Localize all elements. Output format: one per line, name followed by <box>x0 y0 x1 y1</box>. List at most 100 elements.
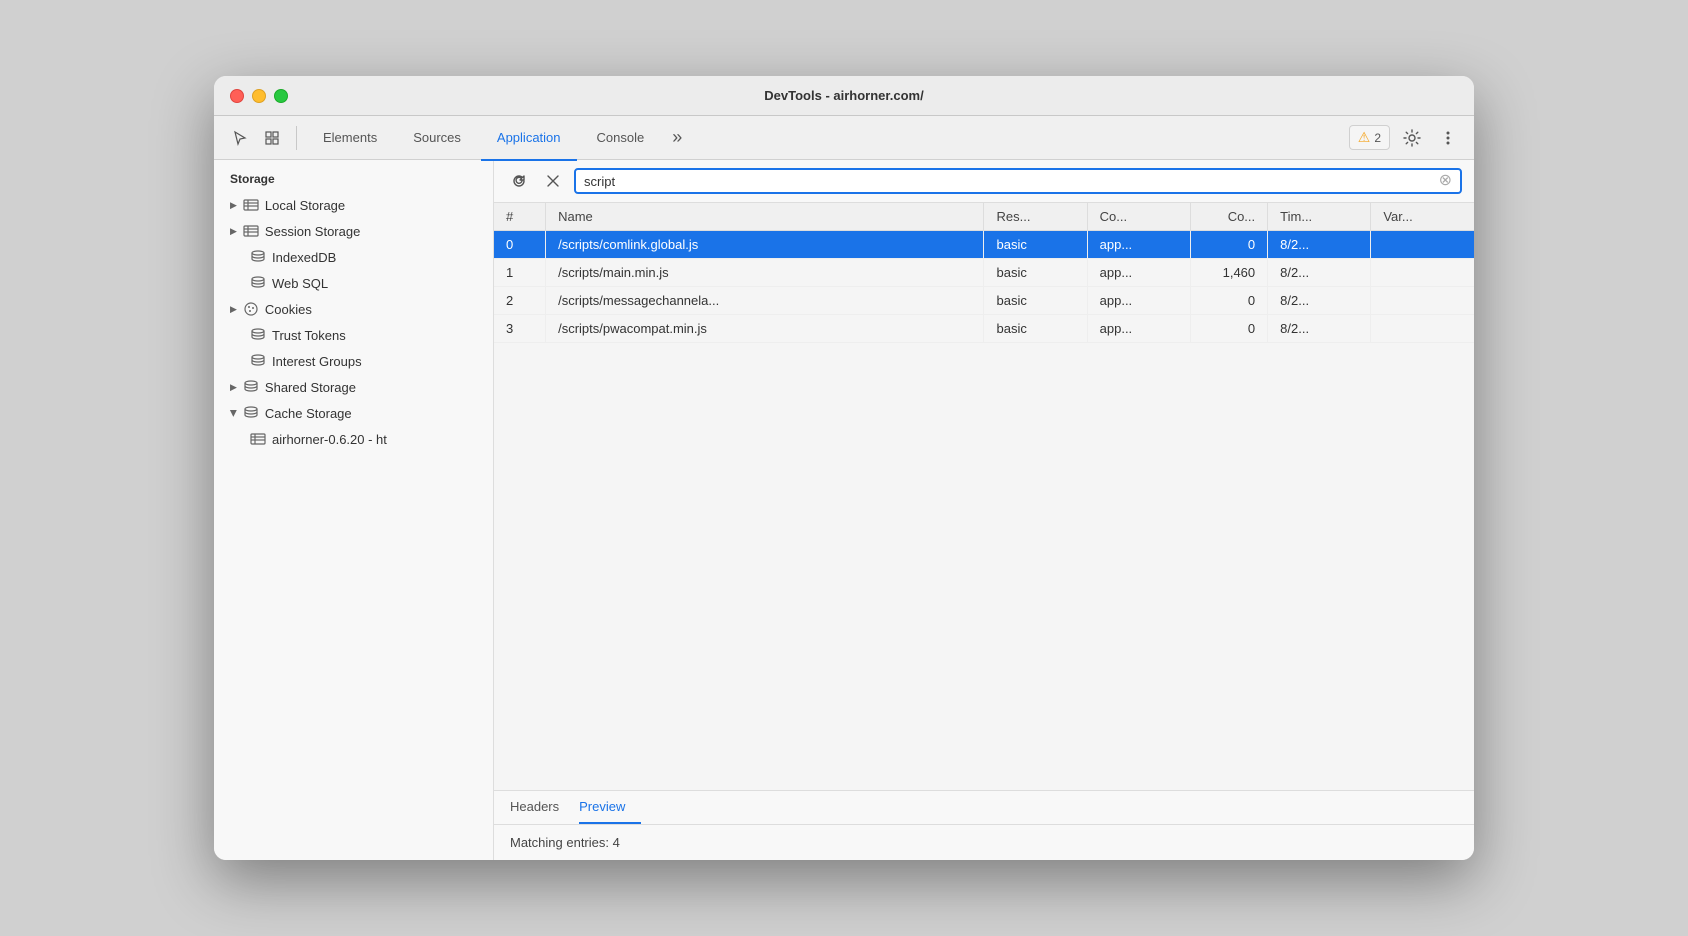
shared-storage-label: Shared Storage <box>265 380 356 395</box>
sidebar-item-shared-storage[interactable]: ▶ Shared Storage <box>214 374 493 400</box>
expand-arrow-icon: ▶ <box>228 410 239 417</box>
table-cell: 1 <box>494 259 546 287</box>
sidebar-item-session-storage[interactable]: ▶ Session Storage <box>214 218 493 244</box>
settings-icon[interactable] <box>1398 124 1426 152</box>
table-cell: 0 <box>1190 231 1267 259</box>
tab-preview[interactable]: Preview <box>579 791 641 824</box>
minimize-button[interactable] <box>252 89 266 103</box>
table-cell: basic <box>984 287 1087 315</box>
table-cell: 3 <box>494 315 546 343</box>
tab-application[interactable]: Application <box>481 117 577 161</box>
tab-headers[interactable]: Headers <box>510 791 575 824</box>
table-row[interactable]: 3/scripts/pwacompat.min.jsbasicapp...08/… <box>494 315 1474 343</box>
window-title: DevTools - airhorner.com/ <box>764 88 923 103</box>
sidebar-item-indexeddb[interactable]: IndexedDB <box>214 244 493 270</box>
table-cell: /scripts/main.min.js <box>546 259 984 287</box>
cursor-icon[interactable] <box>226 124 254 152</box>
traffic-lights <box>230 89 288 103</box>
table-cell: /scripts/pwacompat.min.js <box>546 315 984 343</box>
data-table: # Name Res... Co... Co... Tim... Var... … <box>494 203 1474 790</box>
content-area: ⊗ # Name Res... Co... Co... Tim... Var <box>494 160 1474 860</box>
expand-arrow-icon: ▶ <box>230 200 237 211</box>
sidebar-item-local-storage[interactable]: ▶ Local Storage <box>214 192 493 218</box>
cache-table: # Name Res... Co... Co... Tim... Var... … <box>494 203 1474 343</box>
table-cell <box>1371 287 1474 315</box>
table-cell <box>1371 259 1474 287</box>
close-filter-button[interactable] <box>540 168 566 194</box>
table-cell: app... <box>1087 231 1190 259</box>
refresh-button[interactable] <box>506 168 532 194</box>
local-storage-label: Local Storage <box>265 198 345 213</box>
maximize-button[interactable] <box>274 89 288 103</box>
table-header-row: # Name Res... Co... Co... Tim... Var... <box>494 203 1474 231</box>
interest-groups-icon <box>250 353 266 369</box>
search-clear-button[interactable]: ⊗ <box>1439 173 1452 189</box>
table-cell <box>1371 231 1474 259</box>
tab-console[interactable]: Console <box>581 117 661 161</box>
search-input-wrapper: ⊗ <box>574 168 1462 194</box>
layers-icon[interactable] <box>258 124 286 152</box>
col-header-res: Res... <box>984 203 1087 231</box>
sidebar-item-cookies[interactable]: ▶ Cookies <box>214 296 493 322</box>
sidebar-item-trust-tokens[interactable]: Trust Tokens <box>214 322 493 348</box>
sidebar-section-storage: Storage <box>214 160 493 192</box>
expand-arrow-icon: ▶ <box>230 382 237 393</box>
sidebar-item-cache-storage[interactable]: ▶ Cache Storage <box>214 400 493 426</box>
main-layout: Storage ▶ Local Storage ▶ <box>214 160 1474 860</box>
table-cell: 0 <box>1190 315 1267 343</box>
expand-arrow-icon: ▶ <box>230 226 237 237</box>
table-row[interactable]: 2/scripts/messagechannela...basicapp...0… <box>494 287 1474 315</box>
table-cell: 2 <box>494 287 546 315</box>
table-cell: app... <box>1087 259 1190 287</box>
session-storage-icon <box>243 223 259 239</box>
table-cell: app... <box>1087 287 1190 315</box>
bottom-tabs: Headers Preview <box>494 791 1474 825</box>
cache-storage-icon <box>243 405 259 421</box>
sidebar-item-interest-groups[interactable]: Interest Groups <box>214 348 493 374</box>
interest-groups-label: Interest Groups <box>272 354 362 369</box>
cache-entry-icon <box>250 431 266 447</box>
devtools-window: DevTools - airhorner.com/ Elements Sourc… <box>214 76 1474 860</box>
tab-sources[interactable]: Sources <box>397 117 477 161</box>
col-header-co2: Co... <box>1190 203 1267 231</box>
more-options-icon[interactable] <box>1434 124 1462 152</box>
indexeddb-icon <box>250 249 266 265</box>
table-cell: 0 <box>1190 287 1267 315</box>
search-bar: ⊗ <box>494 160 1474 203</box>
sidebar: Storage ▶ Local Storage ▶ <box>214 160 494 860</box>
cache-entry-label: airhorner-0.6.20 - ht <box>272 432 387 447</box>
close-button[interactable] <box>230 89 244 103</box>
cookies-icon <box>243 301 259 317</box>
table-cell: 8/2... <box>1268 315 1371 343</box>
warning-badge[interactable]: ⚠ 2 <box>1349 125 1390 150</box>
local-storage-icon <box>243 197 259 213</box>
websql-icon <box>250 275 266 291</box>
table-cell: basic <box>984 315 1087 343</box>
warning-icon: ⚠ <box>1358 129 1371 146</box>
title-bar: DevTools - airhorner.com/ <box>214 76 1474 116</box>
table-cell: 1,460 <box>1190 259 1267 287</box>
toolbar: Elements Sources Application Console » ⚠… <box>214 116 1474 160</box>
table-cell: 8/2... <box>1268 259 1371 287</box>
search-input[interactable] <box>584 174 1439 189</box>
web-sql-label: Web SQL <box>272 276 328 291</box>
warning-count: 2 <box>1374 131 1381 145</box>
table-row[interactable]: 1/scripts/main.min.jsbasicapp...1,4608/2… <box>494 259 1474 287</box>
cookies-label: Cookies <box>265 302 312 317</box>
indexeddb-label: IndexedDB <box>272 250 336 265</box>
col-header-name: Name <box>546 203 984 231</box>
table-cell: /scripts/comlink.global.js <box>546 231 984 259</box>
sidebar-item-web-sql[interactable]: Web SQL <box>214 270 493 296</box>
table-row[interactable]: 0/scripts/comlink.global.jsbasicapp...08… <box>494 231 1474 259</box>
table-cell: 8/2... <box>1268 287 1371 315</box>
table-cell: 8/2... <box>1268 231 1371 259</box>
sidebar-item-cache-entry[interactable]: airhorner-0.6.20 - ht <box>214 426 493 452</box>
col-header-co1: Co... <box>1087 203 1190 231</box>
col-header-num: # <box>494 203 546 231</box>
tab-elements[interactable]: Elements <box>307 117 393 161</box>
col-header-var: Var... <box>1371 203 1474 231</box>
toolbar-divider-1 <box>296 126 297 150</box>
more-tabs-button[interactable]: » <box>664 127 690 148</box>
table-cell: /scripts/messagechannela... <box>546 287 984 315</box>
bottom-panel: Headers Preview Matching entries: 4 <box>494 790 1474 860</box>
